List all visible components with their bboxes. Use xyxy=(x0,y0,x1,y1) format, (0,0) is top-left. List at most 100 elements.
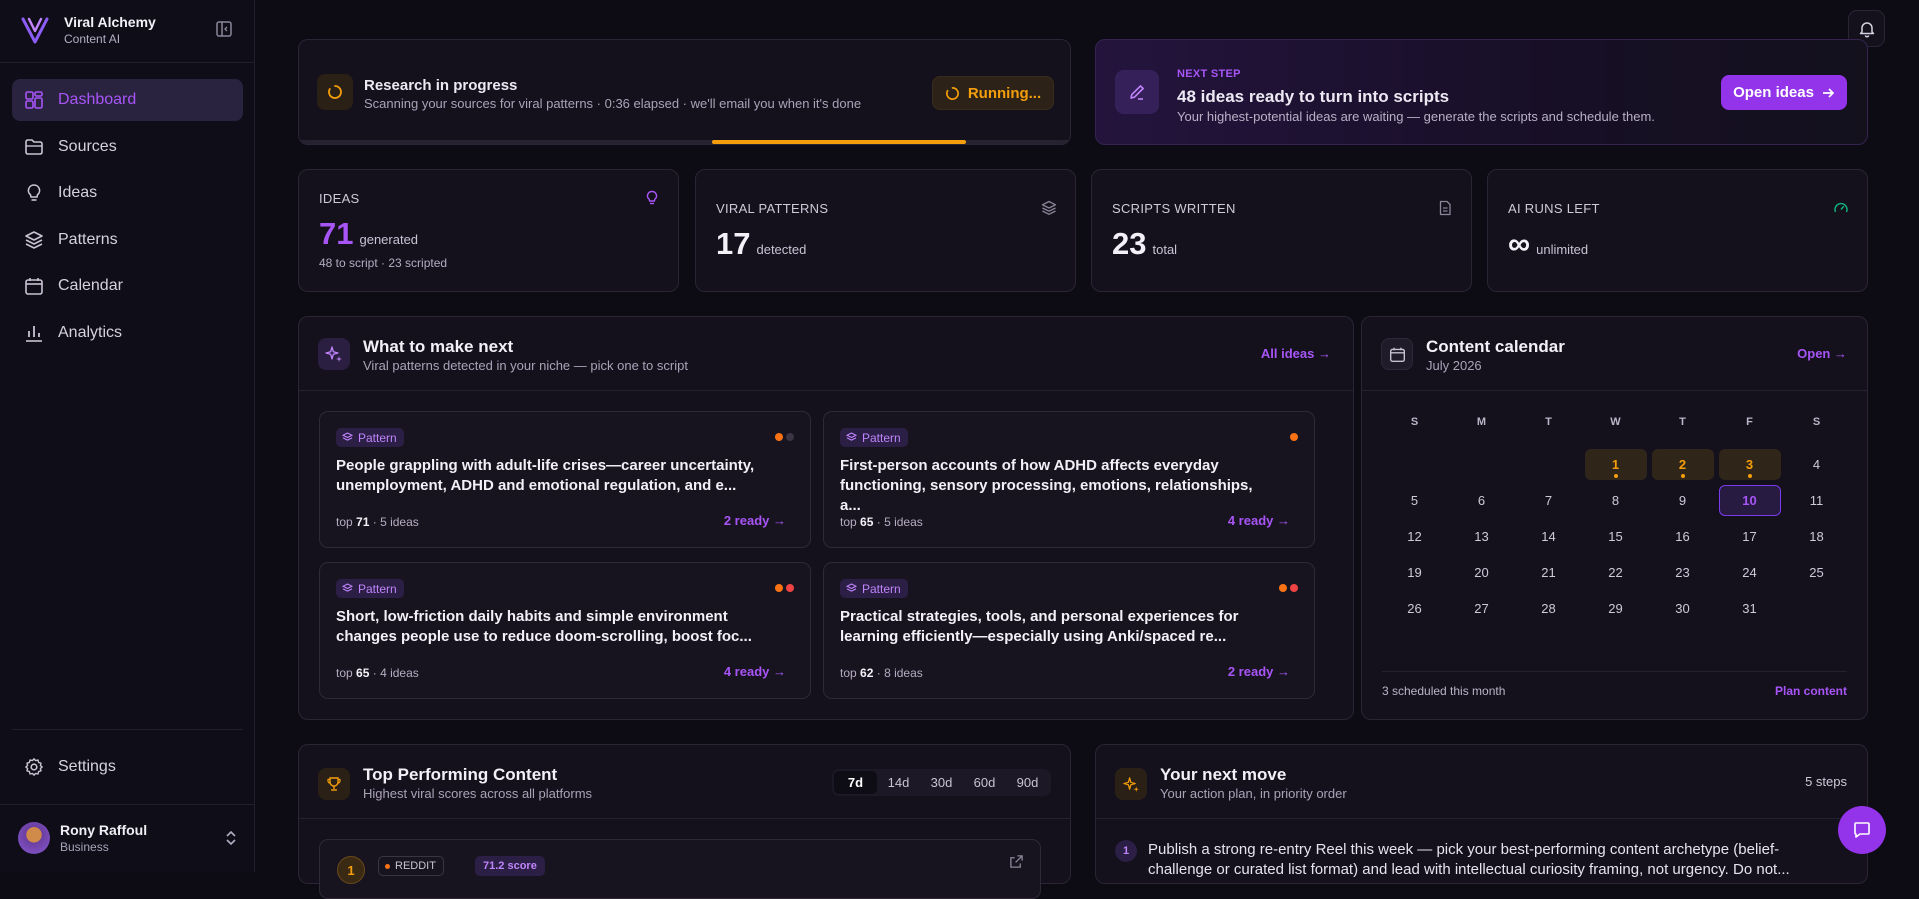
meta-top-label: top xyxy=(840,666,857,680)
ready-link[interactable]: 2 ready → xyxy=(724,513,786,528)
panel-title: Content calendar xyxy=(1426,337,1565,356)
calendar-day[interactable]: 2 xyxy=(1649,446,1716,482)
nav-label: Calendar xyxy=(58,277,123,295)
step-text[interactable]: Publish a strong re-entry Reel this week… xyxy=(1148,840,1808,880)
calendar-day[interactable]: 9 xyxy=(1649,482,1716,518)
sidebar-collapse-icon[interactable] xyxy=(215,20,233,38)
score-badge: 71.2 score xyxy=(475,856,545,876)
calendar-day[interactable]: 22 xyxy=(1582,554,1649,590)
brand[interactable]: Viral Alchemy Content AI xyxy=(20,14,156,46)
nav-item-dashboard[interactable]: Dashboard xyxy=(12,79,243,121)
meta-top-label: top xyxy=(840,515,857,529)
heat-dots xyxy=(772,433,794,441)
tab-60d[interactable]: 60d xyxy=(963,771,1006,794)
stat-card-viral-patterns[interactable]: VIRAL PATTERNS 17 detected xyxy=(695,169,1076,292)
day-number: 6 xyxy=(1477,492,1486,508)
calendar-day[interactable]: 29 xyxy=(1582,590,1649,626)
day-number: 8 xyxy=(1611,492,1620,508)
calendar-day[interactable]: 3 xyxy=(1716,446,1783,482)
stat-unit: detected xyxy=(756,242,807,257)
nav-item-analytics[interactable]: Analytics xyxy=(12,312,243,354)
stat-card-ai-runs-left[interactable]: AI RUNS LEFT ∞ unlimited xyxy=(1487,169,1868,292)
calendar-day[interactable]: 27 xyxy=(1448,590,1515,626)
ready-link[interactable]: 4 ready → xyxy=(1228,513,1290,528)
ready-link[interactable]: 2 ready → xyxy=(1228,664,1290,679)
tab-7d[interactable]: 7d xyxy=(834,771,877,794)
nav-item-settings[interactable]: Settings xyxy=(12,746,243,788)
calendar-day[interactable]: 24 xyxy=(1716,554,1783,590)
day-number: 18 xyxy=(1809,528,1824,544)
calendar-day[interactable]: 5 xyxy=(1381,482,1448,518)
calendar-day[interactable]: 6 xyxy=(1448,482,1515,518)
stat-value: 71 xyxy=(319,216,354,251)
calendar-day[interactable]: 18 xyxy=(1783,518,1850,554)
calendar-day[interactable]: 23 xyxy=(1649,554,1716,590)
calendar-day[interactable]: 15 xyxy=(1582,518,1649,554)
calendar-day[interactable]: 17 xyxy=(1716,518,1783,554)
calendar-day[interactable]: 28 xyxy=(1515,590,1582,626)
pattern-card[interactable]: Pattern Short, low-friction daily habits… xyxy=(319,562,811,699)
nav-item-sources[interactable]: Sources xyxy=(12,126,243,168)
user-menu[interactable]: Rony Raffoul Business xyxy=(18,822,238,854)
stat-card-ideas[interactable]: IDEAS 71 generated 48 to script · 23 scri… xyxy=(298,169,679,292)
running-status-button[interactable]: Running... xyxy=(932,76,1054,110)
calendar-day[interactable]: 14 xyxy=(1515,518,1582,554)
calendar-day[interactable]: 7 xyxy=(1515,482,1582,518)
content-row[interactable]: 1 REDDIT 71.2 score xyxy=(319,839,1041,899)
calendar-day[interactable]: 4 xyxy=(1783,446,1850,482)
calendar-day[interactable]: 31 xyxy=(1716,590,1783,626)
pattern-card[interactable]: Pattern Practical strategies, tools, and… xyxy=(823,562,1315,699)
calendar-day[interactable]: 10 xyxy=(1716,482,1783,518)
calendar-day[interactable]: 8 xyxy=(1582,482,1649,518)
day-number: 14 xyxy=(1541,528,1556,544)
calendar-icon xyxy=(25,278,43,296)
open-calendar-link[interactable]: Open → xyxy=(1797,346,1847,361)
calendar-day xyxy=(1448,446,1515,482)
weekday-row: S M T W T F S xyxy=(1381,410,1850,446)
day-number: 7 xyxy=(1544,492,1553,508)
calendar-day[interactable]: 16 xyxy=(1649,518,1716,554)
avatar xyxy=(18,822,50,854)
meta-ideas: · 5 ideas xyxy=(372,515,419,529)
calendar-day[interactable]: 1 xyxy=(1582,446,1649,482)
tab-14d[interactable]: 14d xyxy=(877,771,920,794)
nav-item-ideas[interactable]: Ideas xyxy=(12,172,243,214)
sidebar-divider xyxy=(12,729,243,730)
nav-label: Ideas xyxy=(58,184,98,202)
meta-top-label: top xyxy=(336,515,353,529)
day-number: 24 xyxy=(1742,564,1757,580)
arrow-right-icon: → xyxy=(1318,346,1331,361)
ready-link[interactable]: 4 ready → xyxy=(724,664,786,679)
nav-item-calendar[interactable]: Calendar xyxy=(12,265,243,307)
tab-90d[interactable]: 90d xyxy=(1006,771,1049,794)
calendar-day[interactable]: 30 xyxy=(1649,590,1716,626)
calendar-day[interactable]: 13 xyxy=(1448,518,1515,554)
badge-label: Pattern xyxy=(358,581,397,596)
sidebar-divider xyxy=(0,804,255,805)
pattern-card[interactable]: Pattern First-person accounts of how ADH… xyxy=(823,411,1315,548)
stat-card-scripts-written[interactable]: SCRIPTS WRITTEN 23 total xyxy=(1091,169,1472,292)
sparkles-icon xyxy=(1115,768,1147,800)
chat-button[interactable] xyxy=(1838,806,1886,854)
calendar-day[interactable]: 12 xyxy=(1381,518,1448,554)
open-ideas-button[interactable]: Open ideas xyxy=(1721,75,1847,110)
meta-ideas: · 4 ideas xyxy=(372,666,419,680)
ready-label: 4 ready xyxy=(1227,513,1274,528)
pattern-card[interactable]: Pattern People grappling with adult-life… xyxy=(319,411,811,548)
plan-content-link[interactable]: Plan content xyxy=(1775,684,1847,698)
nav-item-patterns[interactable]: Patterns xyxy=(12,219,243,261)
external-link-icon[interactable] xyxy=(1009,854,1024,869)
calendar-day[interactable]: 20 xyxy=(1448,554,1515,590)
meta-top-label: top xyxy=(336,666,353,680)
calendar-day[interactable]: 25 xyxy=(1783,554,1850,590)
day-number: 13 xyxy=(1474,528,1489,544)
tab-30d[interactable]: 30d xyxy=(920,771,963,794)
calendar-day[interactable]: 21 xyxy=(1515,554,1582,590)
ready-label: 2 ready xyxy=(723,513,770,528)
calendar-day[interactable]: 11 xyxy=(1783,482,1850,518)
calendar-day[interactable]: 26 xyxy=(1381,590,1448,626)
calendar-day[interactable]: 19 xyxy=(1381,554,1448,590)
weekday-label: T xyxy=(1545,416,1552,428)
stat-label: AI RUNS LEFT xyxy=(1508,201,1600,216)
all-ideas-link[interactable]: All ideas → xyxy=(1261,346,1331,361)
